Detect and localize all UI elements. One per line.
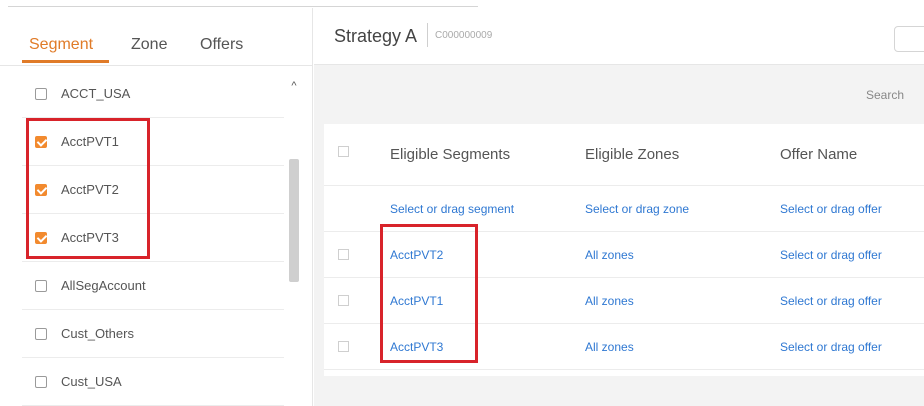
table-header-row: Eligible Segments Eligible Zones Offer N… [324,124,924,186]
segment-checkbox[interactable] [35,328,47,340]
tab-segment[interactable]: Segment [29,36,93,54]
column-header: Offer Name [780,146,858,163]
segment-label: Cust_USA [61,374,122,389]
header-action-button[interactable] [894,26,924,52]
selected-segments-highlight [26,118,150,259]
segment-scrollbar[interactable]: ^ [287,66,301,406]
tab-zone[interactable]: Zone [131,36,167,54]
strategy-title: Strategy A [334,26,418,46]
title-divider [427,23,428,47]
row-offer[interactable]: Select or drag offer [780,340,882,354]
active-tab-indicator [22,60,109,63]
segment-item[interactable]: AllSegAccount [22,262,284,310]
row-zone[interactable]: All zones [585,248,634,262]
row-offer[interactable]: Select or drag offer [780,294,882,308]
select-zone-link[interactable]: Select or drag zone [585,202,689,216]
select-offer-link[interactable]: Select or drag offer [780,202,882,216]
segment-label: AllSegAccount [61,278,146,293]
select-segment-link[interactable]: Select or drag segment [390,202,514,216]
row-zone[interactable]: All zones [585,340,634,354]
segment-label: ACCT_USA [61,86,131,101]
scroll-up-icon[interactable]: ^ [287,80,301,92]
column-header: Eligible Zones [585,146,680,163]
segment-item[interactable]: Cust_Others [22,310,284,358]
tab-offers[interactable]: Offers [200,36,243,54]
segment-item[interactable]: Cust_USA [22,358,284,406]
segment-item[interactable]: ACCT_USA [22,70,284,118]
assigned-segments-highlight [380,224,478,363]
row-checkbox[interactable] [338,295,349,306]
column-header: Eligible Segments [390,146,511,163]
row-checkbox[interactable] [338,249,349,260]
strategy-id: C000000009 [435,30,493,41]
strategy-header: Strategy A C000000009 [314,8,924,65]
row-offer[interactable]: Select or drag offer [780,248,882,262]
scroll-thumb[interactable] [289,159,299,282]
search-label[interactable]: Search [866,88,904,102]
row-zone[interactable]: All zones [585,294,634,308]
row-checkbox[interactable] [338,341,349,352]
top-divider [8,6,478,7]
segment-label: Cust_Others [61,326,134,341]
segment-checkbox[interactable] [35,376,47,388]
select-all-checkbox[interactable] [338,146,349,157]
segment-checkbox[interactable] [35,88,47,100]
segment-checkbox[interactable] [35,280,47,292]
panel-tabs: Segment Zone Offers [0,8,313,66]
